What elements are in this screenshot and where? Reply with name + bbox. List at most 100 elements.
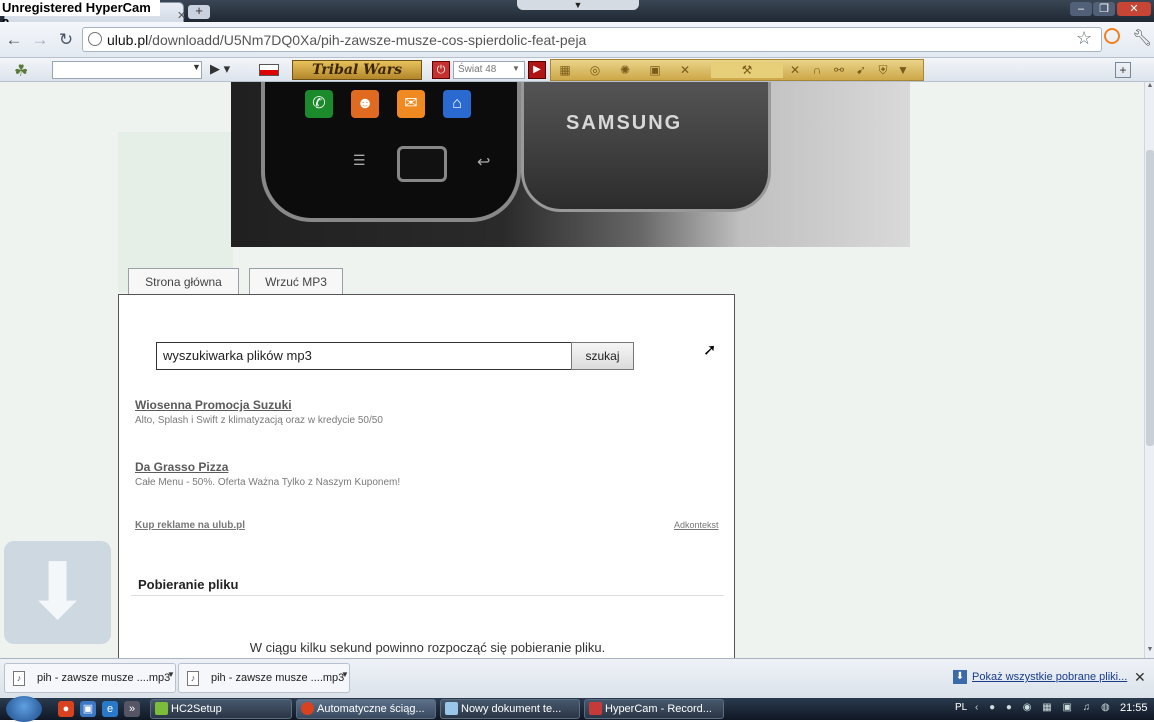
download-item[interactable]: ♪ pih - zawsze musze ....mp3 ▼ [4, 663, 176, 693]
notepad-icon [445, 702, 458, 715]
world-dropdown-icon[interactable]: ▼ [512, 64, 520, 73]
tool-icon-1[interactable]: ▦ [557, 62, 573, 78]
taskbar-button[interactable]: HC2Setup [150, 699, 292, 719]
tribal-wars-logo[interactable]: Tribal Wars [292, 60, 422, 80]
toolbar-search-input[interactable] [52, 61, 202, 79]
tool-icon-4[interactable]: ▣ [647, 62, 663, 78]
show-all-downloads-link[interactable]: Pokaż wszystkie pobrane pliki... [972, 671, 1127, 683]
download-heading: Pobieranie pliku [138, 577, 239, 592]
chevron-down-icon[interactable]: ▼ [341, 670, 349, 679]
taskbar-button-label: HC2Setup [171, 703, 222, 715]
tool-shield-icon[interactable]: ⛨ [875, 62, 891, 78]
download-item[interactable]: ♪ pih - zawsze musze ....mp3 ▼ [178, 663, 350, 693]
main-content-box: wyszukiwarka plików mp3 szukaj Wiosenna … [118, 294, 735, 658]
tab-home[interactable]: Strona główna [128, 268, 239, 295]
desktop-icon[interactable]: ▣ [80, 701, 96, 717]
start-button[interactable] [6, 696, 42, 722]
reload-icon[interactable]: ↻ [56, 30, 76, 50]
home-icon: ⌂ [443, 90, 471, 118]
contacts-icon: ☻ [351, 90, 379, 118]
mp3-search-input[interactable]: wyszukiwarka plików mp3 [156, 342, 572, 370]
search-button[interactable]: szukaj [571, 342, 634, 370]
page-icon [88, 32, 102, 46]
download-message: W ciągu kilku sekund powinno rozpocząć s… [249, 640, 606, 655]
new-tab-button[interactable]: + [188, 4, 210, 19]
minimize-button[interactable]: – [1070, 2, 1092, 16]
flag-icon[interactable] [259, 64, 279, 76]
close-window-button[interactable]: ✕ [1117, 2, 1151, 16]
window-titlebar: ✕ Unregistered HyperCam 2 + ▼ – ❐ ✕ [0, 0, 1154, 31]
tool-field[interactable]: ⚒ [711, 62, 783, 78]
url-path: /downloadd/U5Nm7DQ0Xa/pih-zawsze-musze-c… [148, 32, 587, 48]
hc2setup-icon [155, 702, 168, 715]
download-overlay[interactable]: ⬇ [4, 541, 111, 644]
scroll-down-icon[interactable]: ▼ [1145, 646, 1154, 656]
tool-horseshoe-icon[interactable]: ∩ [809, 62, 825, 78]
tool-pointer-icon[interactable]: ➹ [853, 62, 869, 78]
wrench-icon[interactable]: 🔧︎ [1132, 28, 1152, 48]
phone-back-image [521, 82, 771, 212]
download-file-name: pih - zawsze musze ....mp3 [211, 672, 345, 684]
bookmark-star-icon[interactable]: ☆ [1076, 28, 1092, 49]
taskbar-button-label: Nowy dokument te... [461, 703, 562, 715]
audio-file-icon: ♪ [13, 671, 25, 686]
hypercam-icon [589, 702, 602, 715]
download-file-name: pih - zawsze musze ....mp3 [37, 672, 171, 684]
download-shelf: ♪ pih - zawsze musze ....mp3 ▼ ♪ pih - z… [0, 658, 1154, 698]
address-bar[interactable]: ulub.pl/downloadd/U5Nm7DQ0Xa/pih-zawsze-… [82, 27, 1102, 52]
scroll-up-icon[interactable]: ▲ [1145, 82, 1154, 92]
tool-link-icon[interactable]: ⚯ [831, 62, 847, 78]
audio-file-icon: ♪ [187, 671, 199, 686]
chrome-icon[interactable]: ● [58, 701, 74, 717]
tool-dropdown-icon[interactable]: ▼ [895, 62, 911, 78]
ad-description: Alto, Splash i Swift z klimatyzacją oraz… [135, 415, 383, 426]
download-arrow-icon: ⬇ [24, 547, 91, 635]
tool-icon-5[interactable]: ✕ [677, 62, 693, 78]
toolbar-logo-icon[interactable]: ☘ [14, 61, 28, 81]
tab-close-icon[interactable]: ✕ [177, 9, 186, 22]
tool-icon-2[interactable]: ◎ [587, 62, 603, 78]
feed-icon[interactable] [1104, 28, 1120, 44]
power-icon[interactable]: ⏻ [432, 61, 450, 79]
taskbar-button-label: Automatyczne ściąg... [317, 703, 425, 715]
phone-menu-icon: ☰ [353, 152, 366, 168]
toolbar-search-dropdown-icon[interactable]: ▼ [192, 62, 201, 72]
phone-front-image: ✆ ☻ ✉ ⌂ ☰ ↩ [261, 82, 521, 222]
scroll-thumb[interactable] [1146, 150, 1154, 446]
toolbar-add-icon[interactable]: + [1115, 62, 1131, 78]
adkontekst-link[interactable]: Adkontekst [674, 520, 719, 530]
taskbar-button[interactable]: HyperCam - Record... [584, 699, 724, 719]
url-text[interactable]: ulub.pl/downloadd/U5Nm7DQ0Xa/pih-zawsze-… [107, 32, 586, 48]
taskbar: ● ▣ e » HC2Setup Automatyczne ściąg... N… [0, 696, 1154, 722]
tribal-tools-bar: ▦ ◎ ✺ ▣ ✕ ⚒ ✕ ∩ ⚯ ➹ ⛨ ▼ [550, 59, 924, 81]
phone-back-icon: ↩ [477, 154, 491, 171]
ad-description: Całe Menu - 50%. Oferta Ważna Tylko z Na… [135, 477, 401, 488]
taskbar-button[interactable]: Nowy dokument te... [440, 699, 580, 719]
ie-icon[interactable]: e [102, 701, 118, 717]
clock[interactable]: 21:55 [1120, 702, 1148, 714]
downloads-icon: ⬇ [953, 670, 967, 684]
tool-close-icon[interactable]: ✕ [787, 62, 803, 78]
mouse-cursor-icon: ➚ [703, 342, 717, 359]
vertical-scrollbar[interactable]: ▲ ▼ [1144, 82, 1154, 658]
buy-ad-link[interactable]: Kup reklame na ulub.pl [135, 520, 245, 531]
language-indicator[interactable]: PL [955, 702, 967, 713]
chrome-icon [301, 702, 314, 715]
tool-icon-3[interactable]: ✺ [617, 62, 633, 78]
tab-upload-mp3[interactable]: Wrzuć MP3 [249, 268, 343, 295]
back-icon[interactable]: ← [4, 30, 24, 50]
toolbar-play-icon[interactable]: ▶ ▾ [210, 61, 230, 77]
record-icon[interactable]: ▶ [528, 61, 546, 79]
ad-title[interactable]: Da Grasso Pizza [135, 460, 228, 474]
system-tray-icons[interactable]: ‹ ● ● ◉ ▦ ▣ ♫ ◍ [975, 702, 1114, 713]
maximize-button[interactable]: ❐ [1093, 2, 1115, 16]
forward-icon[interactable]: → [30, 30, 50, 50]
tab-dropdown-icon[interactable]: ▼ [517, 0, 639, 10]
close-icon[interactable]: ✕ [1134, 669, 1146, 686]
phone-banner[interactable]: ✆ ☻ ✉ ⌂ ☰ ↩ SAMSUNG [231, 82, 910, 247]
chevron-down-icon[interactable]: ▼ [167, 670, 175, 679]
taskbar-button[interactable]: Automatyczne ściąg... [296, 699, 436, 719]
quicklaunch-chevron-icon[interactable]: » [124, 701, 140, 717]
phone-home-button [397, 146, 447, 182]
ad-title[interactable]: Wiosenna Promocja Suzuki [135, 398, 292, 412]
